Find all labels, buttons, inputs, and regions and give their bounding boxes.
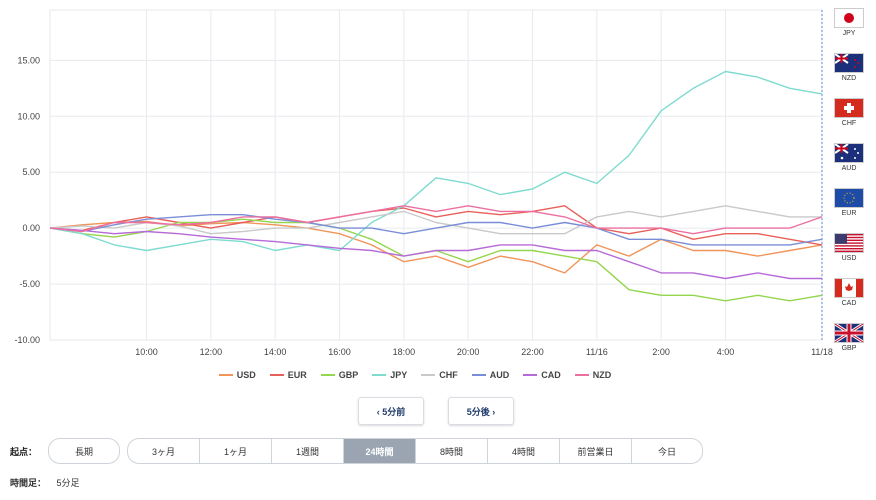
y-tick-label: 5.00 [22, 167, 40, 177]
flag-aud[interactable]: AUD [826, 143, 872, 172]
gbp-flag-icon [834, 323, 864, 343]
y-tick-label: 10.00 [17, 111, 40, 121]
y-tick-label: -10.00 [14, 335, 40, 345]
legend-item-gbp[interactable]: GBP [320, 370, 359, 380]
long-term-button[interactable]: 長期 [48, 438, 120, 464]
flag-label: CAD [841, 300, 857, 307]
flag-eur[interactable]: EUR [826, 188, 872, 217]
usd-flag-icon [834, 233, 864, 253]
range-option[interactable]: 8時間 [416, 439, 488, 463]
legend-item-nzd[interactable]: NZD [574, 370, 612, 380]
start-point-label: 起点： [10, 447, 38, 457]
legend-swatch [372, 374, 387, 376]
legend-label: GBP [338, 370, 359, 380]
line-chart: 15.00 10.00 5.00 0.00 -5.00 -10.00 10:00 12:00 1… [14, 9, 833, 357]
range-option[interactable]: 24時間 [344, 439, 416, 463]
legend-label: AUD [489, 370, 510, 380]
range-option[interactable]: 3ヶ月 [128, 439, 200, 463]
timeframe-value: 5分足 [56, 478, 80, 488]
legend-label: USD [236, 370, 256, 380]
flag-cad[interactable]: CAD [826, 278, 872, 307]
legend-swatch [421, 374, 436, 376]
range-option[interactable]: 今日 [632, 439, 702, 463]
x-tick-label: 22:00 [521, 347, 544, 357]
jpy-flag-icon [834, 8, 864, 28]
flag-label: NZD [841, 75, 857, 82]
chf-flag-icon [834, 98, 864, 118]
plot-area [49, 9, 823, 341]
flag-jpy[interactable]: JPY [826, 8, 872, 37]
aud-flag-icon [834, 143, 864, 163]
timeframe-row: 時間足： 5分足 [10, 476, 80, 489]
chart-legend: USD EUR GBP JPY CHF AUD CAD NZD [0, 370, 830, 380]
cad-flag-icon [834, 278, 864, 298]
x-tick-label: 16:00 [328, 347, 351, 357]
range-option[interactable]: 1ヶ月 [200, 439, 272, 463]
x-tick-label: 14:00 [264, 347, 287, 357]
legend-swatch [320, 374, 335, 376]
flag-usd[interactable]: USD [826, 233, 872, 262]
next-5min-button[interactable]: 5分後 › [448, 397, 514, 425]
legend-item-chf[interactable]: CHF [421, 370, 458, 380]
x-tick-label: 2:00 [652, 347, 670, 357]
flag-label: CHF [841, 120, 857, 127]
legend-label: EUR [287, 370, 307, 380]
x-tick-label: 11/16 [586, 347, 608, 357]
legend-swatch [574, 374, 589, 376]
prev-5min-button[interactable]: ‹ 5分前 [358, 397, 424, 425]
legend-label: CHF [439, 370, 458, 380]
range-option[interactable]: 前営業日 [560, 439, 632, 463]
x-tick-label: 4:00 [717, 347, 735, 357]
y-tick-label: 15.00 [17, 55, 40, 65]
flag-label: EUR [841, 210, 857, 217]
timeframe-label: 時間足： [10, 478, 47, 488]
eur-flag-icon [834, 188, 864, 208]
legend-item-cad[interactable]: CAD [523, 370, 561, 380]
flag-label: USD [841, 255, 857, 262]
x-tick-label: 18:00 [393, 347, 416, 357]
flag-label: AUD [841, 165, 857, 172]
x-tick-label: 20:00 [457, 347, 480, 357]
legend-item-usd[interactable]: USD [218, 370, 256, 380]
flag-label: JPY [842, 30, 856, 37]
legend-label: NZD [592, 370, 612, 380]
legend-swatch [471, 374, 486, 376]
y-tick-label: 0.00 [22, 223, 40, 233]
flag-label: GBP [841, 345, 857, 352]
x-tick-label: 10:00 [135, 347, 158, 357]
nzd-flag-icon [834, 53, 864, 73]
flag-nzd[interactable]: NZD [826, 53, 872, 82]
range-selector: 3ヶ月 1ヶ月 1週間 24時間 8時間 4時間 前営業日 今日 [127, 438, 703, 464]
y-tick-label: -5.00 [19, 279, 40, 289]
legend-swatch [269, 374, 284, 376]
legend-label: JPY [390, 370, 408, 380]
range-option[interactable]: 4時間 [488, 439, 560, 463]
range-option[interactable]: 1週間 [272, 439, 344, 463]
legend-item-jpy[interactable]: JPY [372, 370, 407, 380]
x-tick-label: 12:00 [200, 347, 223, 357]
legend-swatch [218, 374, 233, 376]
legend-label: CAD [541, 370, 561, 380]
flag-gbp[interactable]: GBP [826, 323, 872, 352]
legend-item-aud[interactable]: AUD [471, 370, 510, 380]
flag-chf[interactable]: CHF [826, 98, 872, 127]
legend-swatch [523, 374, 538, 376]
legend-item-eur[interactable]: EUR [269, 370, 307, 380]
